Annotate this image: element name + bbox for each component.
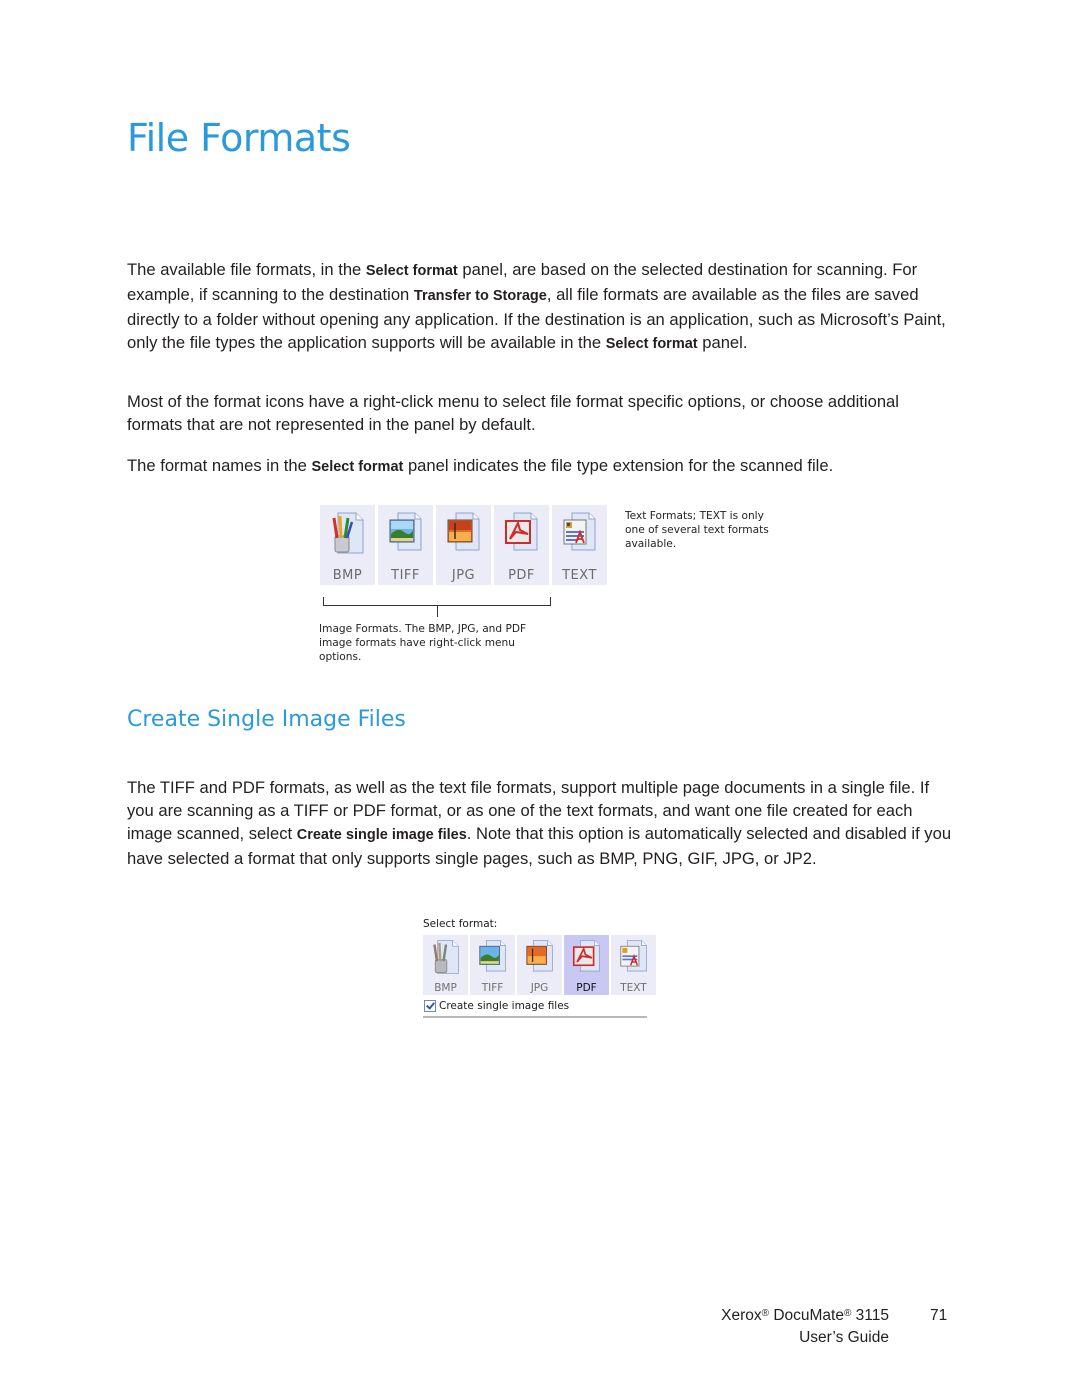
bmp-paint-icon [332,512,363,554]
format-tile-bmp[interactable]: BMP [423,935,468,995]
format-tile-text[interactable]: TEXT [552,505,607,585]
select-format-term: Select format [311,459,404,475]
format-label: TIFF [391,568,420,583]
bracket-stem [437,605,438,617]
tiff-landscape-icon [478,940,506,972]
format-tile-tiff[interactable]: TIFF [378,505,433,585]
pdf-acrobat-icon [504,512,537,551]
create-single-image-files-label: Create single image files [439,1000,570,1012]
format-label: BMP [332,568,363,583]
right-click-paragraph: Most of the format icons have a right-cl… [127,392,899,434]
format-tile-pdf[interactable]: PDF [494,505,549,585]
format-panel-figure: BMP TIFF JPG PDF TEXT [320,505,607,585]
single-image-paragraph: The TIFF and PDF formats, as well as the… [127,778,952,868]
text-document-icon [563,512,595,551]
select-format-panel: Select format: BMP TIFF JPG PDF TEXT Cre… [423,918,663,1018]
format-tile-text[interactable]: TEXT [611,935,656,995]
create-single-image-files-option[interactable]: Create single image files [423,998,663,1014]
panel-divider [423,1016,647,1018]
format-tile-tiff[interactable]: TIFF [470,935,515,995]
create-single-image-files-checkbox[interactable] [424,1000,436,1012]
format-label: BMP [434,982,457,994]
footer-product: Xerox® DocuMate® 3115 User’s Guide [721,1307,889,1346]
select-format-term: Select format [605,336,698,352]
tiff-landscape-icon [389,512,421,551]
format-label: PDF [576,982,597,994]
format-names-paragraph: The format names in the Select format pa… [127,456,834,475]
format-label: TEXT [620,982,647,994]
select-format-label: Select format: [423,918,498,930]
format-label: JPG [530,982,549,994]
jpg-sunset-icon [447,512,479,551]
section-heading: Create Single Image Files [127,707,406,732]
page-title: File Formats [127,116,351,160]
intro-paragraph: The available file formats, in the Selec… [127,260,946,352]
select-format-term: Select format [365,263,458,279]
pdf-acrobat-icon [572,940,600,972]
create-single-image-files-term: Create single image files [296,827,467,843]
format-tile-jpg[interactable]: JPG [517,935,562,995]
bmp-paint-icon [432,940,459,974]
image-formats-caption: Image Formats. The BMP, JPG, and PDF ima… [319,623,527,663]
format-label: JPG [451,568,476,583]
text-formats-caption: Text Formats; TEXT is only one of severa… [625,510,769,550]
format-tile-pdf[interactable]: PDF [564,935,609,995]
format-tile-bmp[interactable]: BMP [320,505,375,585]
format-label: TIFF [481,982,504,994]
text-document-icon [619,940,647,972]
jpg-sunset-icon [525,940,553,972]
format-label: TEXT [562,568,597,583]
format-label: PDF [508,568,535,583]
footer-guide: User’s Guide [799,1329,889,1346]
format-tile-jpg[interactable]: JPG [436,505,491,585]
transfer-to-storage-term: Transfer to Storage [413,288,547,304]
page-number: 71 [930,1307,948,1324]
